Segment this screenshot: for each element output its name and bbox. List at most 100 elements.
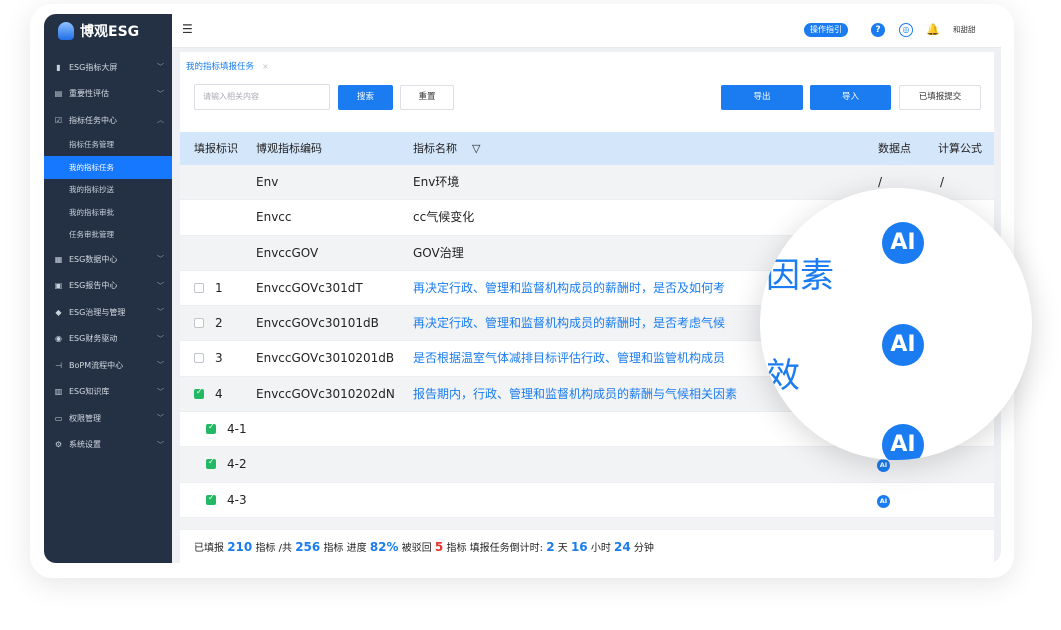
row-name: GOV治理 (413, 245, 464, 260)
row-code: EnvccGOVc301dT (256, 280, 363, 295)
sidebar-item-label: ESG指标大屏 (69, 62, 118, 72)
sidebar-item-label: 指标任务中心 (69, 115, 117, 125)
sidebar-item[interactable]: ☑ 指标任务中心 ︿ (44, 107, 172, 134)
countdown-label: 指标 填报任务倒计时: (446, 543, 544, 554)
help-icon[interactable]: ? (871, 23, 885, 37)
guide-button[interactable]: 操作指引 (804, 23, 848, 37)
sidebar-subitem[interactable]: 任务审批管理 (44, 224, 172, 247)
row-checkbox[interactable] (194, 318, 204, 329)
header-points: 数据点 (878, 142, 911, 155)
sidebar-item-label: ESG财务驱动 (69, 334, 118, 344)
row-code: EnvccGOVc30101dB (256, 316, 379, 331)
bell-icon[interactable]: 🔔 (926, 23, 940, 37)
menu-toggle-icon[interactable]: ☰ (182, 22, 193, 36)
hours-value: 16 (570, 540, 588, 554)
row-flag: 3 (215, 351, 223, 366)
sidebar-item[interactable]: ▮ ESG指标大屏 ﹀ (44, 54, 172, 81)
top-bar: ☰ 操作指引 ? ◎ 🔔 和甜甜 (172, 14, 1001, 48)
user-name[interactable]: 和甜甜 (953, 24, 976, 35)
minutes-unit: 分钟 (633, 543, 654, 554)
finance-icon: ◉ (55, 334, 62, 344)
chevron-down-icon: ﹀ (157, 334, 164, 343)
sidebar-item[interactable]: ▥ ESG知识库 ﹀ (44, 379, 172, 406)
chevron-down-icon: ﹀ (157, 63, 164, 72)
sidebar-item-label: 权限管理 (69, 413, 101, 423)
row-code: Env (256, 175, 279, 189)
filter-icon[interactable]: ▽ (472, 132, 480, 165)
row-name[interactable]: 再决定行政、管理和监督机构成员的薪酬时，是否考虑气候 (413, 306, 725, 341)
sidebar-item-label: ESG数据中心 (69, 254, 118, 264)
row-name[interactable]: 再决定行政、管理和监督机构成员的薪酬时，是否及如何考 (413, 271, 725, 306)
row-checkbox[interactable] (206, 493, 216, 505)
chevron-down-icon: ﹀ (157, 414, 164, 423)
row-code: Envcc (256, 210, 292, 225)
sidebar-item[interactable]: ⚙ 系统设置 ﹀ (44, 432, 172, 459)
sidebar-item[interactable]: ▦ ESG数据中心 ﹀ (44, 246, 172, 273)
sidebar-item[interactable]: ◉ ESG财务驱动 ﹀ (44, 326, 172, 353)
flow-icon: ⊣ (55, 360, 62, 370)
chevron-down-icon: ﹀ (157, 308, 164, 317)
row-checkbox[interactable] (194, 353, 204, 364)
search-button[interactable]: 搜索 (338, 85, 393, 110)
logo-mark-icon (58, 22, 74, 40)
sidebar-item[interactable]: ⊣ BoPM流程中心 ﹀ (44, 352, 172, 379)
header-formula: 计算公式 (938, 142, 982, 155)
library-icon: ▥ (54, 387, 63, 397)
sidebar-item[interactable]: ▭ 权限管理 ﹀ (44, 405, 172, 432)
chevron-down-icon: ﹀ (157, 255, 164, 264)
export-button[interactable]: 导出 (721, 85, 803, 110)
chevron-down-icon: ﹀ (157, 361, 164, 370)
row-checkbox[interactable] (206, 422, 216, 435)
hours-unit: 小时 (590, 543, 611, 554)
ai-icon[interactable]: AI (877, 494, 890, 508)
row-flag: 4-2 (227, 457, 247, 472)
unit-label: 指标 (323, 543, 344, 554)
ai-icon[interactable]: AI (877, 459, 890, 473)
sidebar-item-label: ESG报告中心 (69, 281, 118, 291)
table-row[interactable]: 4-3 AI (180, 483, 994, 518)
ai-icon[interactable]: AI (882, 324, 924, 366)
row-flag: 4 (215, 386, 223, 401)
header-name: 指标名称 (413, 142, 457, 155)
days-unit: 天 (557, 543, 568, 554)
sidebar-subitem[interactable]: 我的指标任务 (44, 156, 172, 179)
document-icon: ▤ (54, 89, 63, 99)
rejected-label: 被驳回 (401, 543, 432, 554)
sidebar-item[interactable]: ▤ 重要性评估 ﹀ (44, 81, 172, 108)
table-row[interactable]: 5AI (180, 517, 994, 529)
progress-label: 进度 (346, 543, 367, 554)
sidebar-item[interactable]: ▣ ESG报告中心 ﹀ (44, 273, 172, 300)
row-flag: 4-1 (227, 422, 247, 437)
sidebar-nav: ▮ ESG指标大屏 ﹀ ▤ 重要性评估 ﹀ ☑ 指标任务中心 ︿ 指标任务管理 我的指标任务 我的指标… (44, 54, 172, 458)
ai-icon[interactable]: AI (882, 222, 924, 264)
chart-icon: ▮ (56, 62, 61, 72)
import-button[interactable]: 导入 (810, 85, 891, 110)
row-name[interactable]: 是否根据温室气体减排目标评估行政、管理和监管机构成员 (413, 341, 725, 376)
row-code: EnvccGOVc3010202dN (256, 386, 395, 401)
sidebar-item-label: ESG治理与管理 (69, 307, 126, 317)
filled-label: 已填报 (194, 543, 224, 554)
close-icon[interactable]: × (262, 62, 269, 71)
logo-text: 博观ESG (80, 24, 140, 40)
chevron-down-icon: ﹀ (157, 281, 164, 290)
chevron-up-icon: ︿ (157, 116, 164, 125)
app-logo[interactable]: 博观ESG (44, 14, 172, 48)
sidebar-subitem[interactable]: 我的指标抄送 (44, 179, 172, 202)
row-checkbox[interactable] (194, 387, 204, 399)
ai-icon[interactable]: AI (882, 424, 924, 460)
row-checkbox[interactable] (194, 282, 204, 293)
magnified-text-top: 因素 (766, 256, 834, 296)
row-checkbox[interactable] (206, 457, 216, 470)
total-label: 指标 /共 (255, 543, 292, 554)
sidebar-subitem[interactable]: 指标任务管理 (44, 134, 172, 157)
row-name[interactable]: 报告期内，行政、管理和监督机构成员的薪酬与气候相关因素 (413, 377, 737, 412)
tab-label: 我的指标填报任务 (186, 62, 255, 72)
sidebar-subitem[interactable]: 我的指标审批 (44, 201, 172, 224)
sidebar-item[interactable]: ◆ ESG治理与管理 ﹀ (44, 299, 172, 326)
globe-icon[interactable]: ◎ (899, 23, 913, 37)
search-input[interactable]: 请输入相关内容 (194, 84, 330, 110)
reset-button[interactable]: 重置 (400, 85, 454, 110)
ai-magnifier: 因素 效 AI AI AI (760, 188, 1032, 460)
submitted-button[interactable]: 已填报提交 (899, 85, 981, 110)
tab-my-tasks[interactable]: 我的指标填报任务 × (186, 57, 269, 75)
